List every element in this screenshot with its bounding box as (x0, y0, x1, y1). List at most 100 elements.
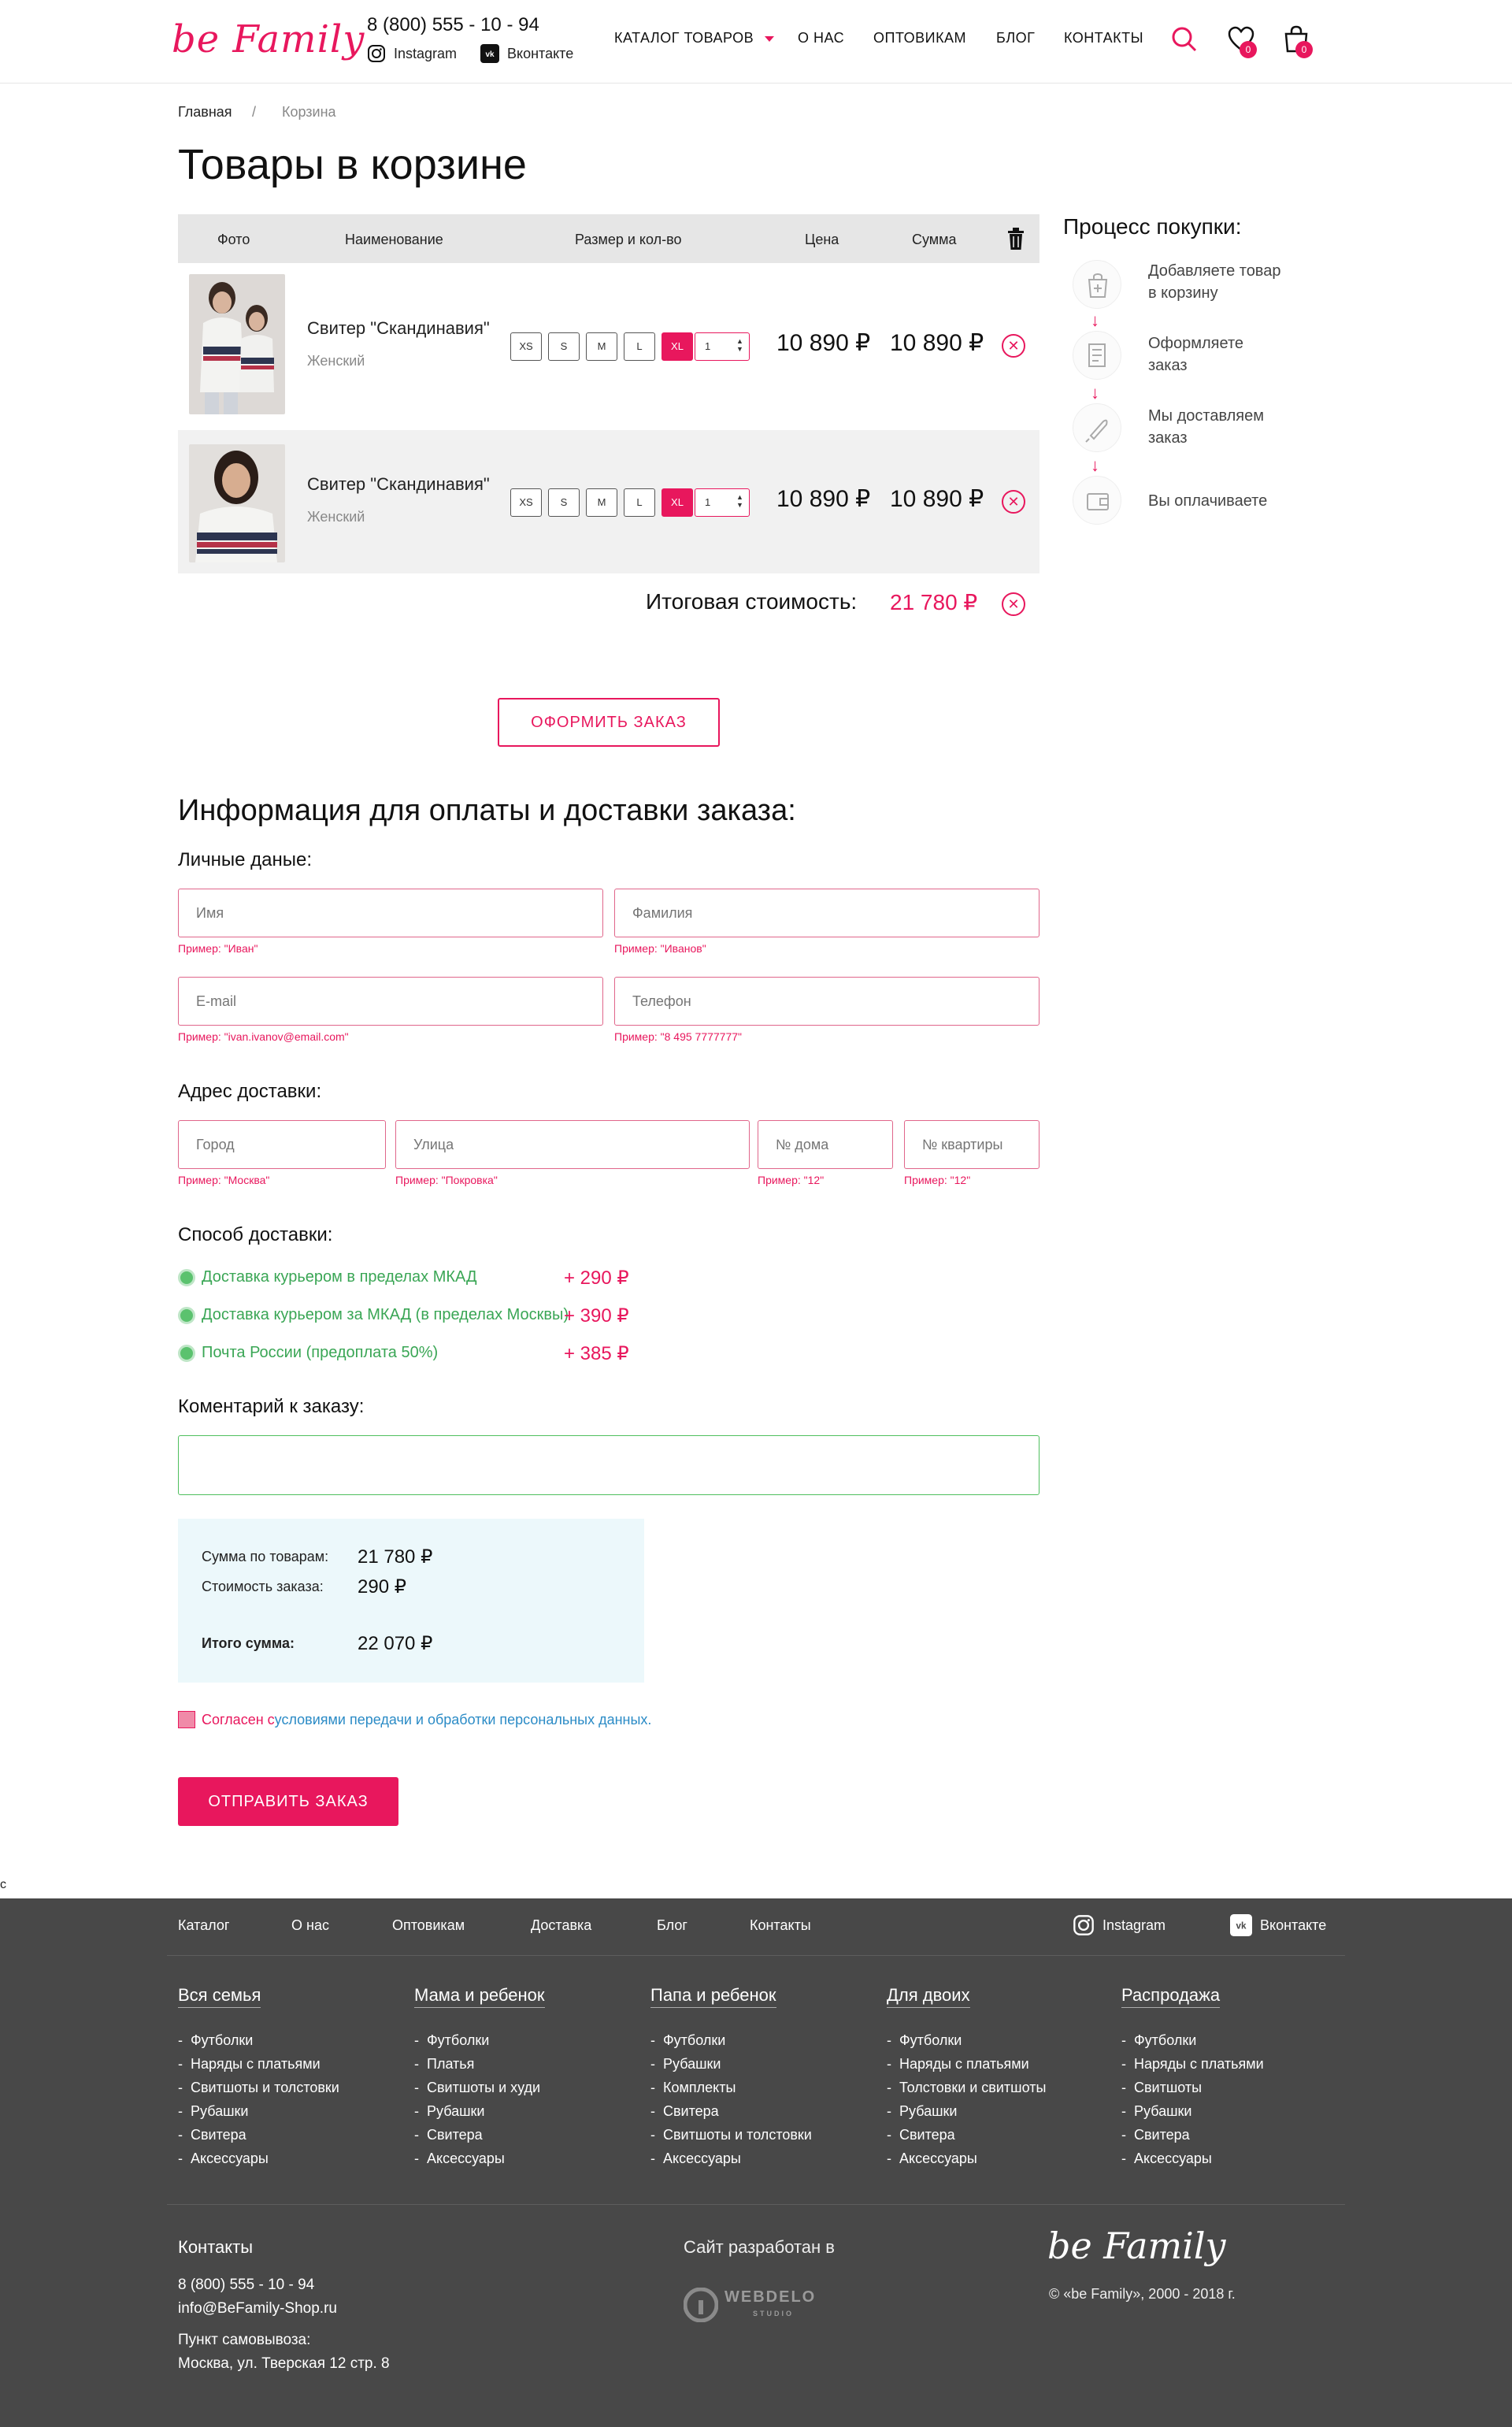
header-phone[interactable]: 8 (800) 555 - 10 - 94 (367, 14, 539, 36)
nav-blog[interactable]: БЛОГ (996, 30, 1035, 46)
footer-nav-contacts[interactable]: Контакты (750, 1917, 811, 1934)
header-vk-link[interactable]: vk Вконтакте (480, 44, 573, 63)
footer-link[interactable]: - Аксессуары (414, 2151, 505, 2167)
footer-link[interactable]: - Свитшоты (1121, 2080, 1202, 2096)
size-l[interactable]: L (624, 488, 655, 517)
delivery-option-post[interactable]: Почта России (предоплата 50%) (178, 1344, 438, 1362)
consent-checkbox[interactable] (178, 1711, 195, 1728)
consent-checkbox-row[interactable]: Согласен с условиями передачи и обработк… (178, 1711, 651, 1728)
footer-link[interactable]: - Свитера (650, 2103, 719, 2120)
breadcrumb-home[interactable]: Главная (178, 104, 232, 121)
stepper-arrows-icon[interactable]: ▲ ▼ (736, 337, 743, 353)
footer-link[interactable]: - Аксессуары (178, 2151, 269, 2167)
search-icon[interactable] (1169, 24, 1200, 55)
comment-textarea[interactable] (178, 1435, 1040, 1495)
delivery-option-outside-mkad[interactable]: Доставка курьером за МКАД (в пределах Мо… (178, 1306, 569, 1324)
footer-col-title[interactable]: Мама и ребенок (414, 1985, 545, 2008)
radio-button[interactable] (178, 1306, 195, 1324)
footer-link[interactable]: - Свитера (178, 2127, 246, 2143)
last-name-input[interactable] (614, 889, 1040, 937)
footer-link[interactable]: - Свитшоты и худи (414, 2080, 540, 2096)
footer-link[interactable]: - Футболки (178, 2032, 253, 2049)
footer-link[interactable]: - Свитера (1121, 2127, 1190, 2143)
product-name[interactable]: Свитер "Скандинавия" (307, 474, 490, 495)
header-instagram-link[interactable]: Instagram (367, 44, 457, 63)
footer-link[interactable]: - Комплекты (650, 2080, 736, 2096)
footer-link[interactable]: - Наряды с платьями (887, 2056, 1029, 2073)
size-xl-selected[interactable]: XL (662, 488, 693, 517)
quantity-stepper[interactable]: 1 ▲ ▼ (695, 488, 750, 517)
footer-phone[interactable]: 8 (800) 555 - 10 - 94 (178, 2277, 314, 2294)
nav-wholesale[interactable]: ОПТОВИКАМ (873, 30, 966, 46)
webdelo-logo[interactable]: WEBDELO STUDIO (684, 2288, 816, 2322)
footer-nav-delivery[interactable]: Доставка (531, 1917, 591, 1934)
radio-button[interactable] (178, 1268, 195, 1286)
size-m[interactable]: M (586, 332, 617, 361)
footer-link[interactable]: - Аксессуары (887, 2151, 977, 2167)
size-l[interactable]: L (624, 332, 655, 361)
size-xl-selected[interactable]: XL (662, 332, 693, 361)
product-name[interactable]: Свитер "Скандинавия" (307, 318, 490, 339)
street-input[interactable] (395, 1120, 750, 1169)
footer-link[interactable]: - Свитера (414, 2127, 483, 2143)
footer-link[interactable]: - Наряды с платьями (178, 2056, 321, 2073)
submit-order-button[interactable]: ОТПРАВИТЬ ЗАКАЗ (178, 1777, 398, 1826)
footer-link[interactable]: - Свитера (887, 2127, 955, 2143)
footer-link[interactable]: - Футболки (650, 2032, 725, 2049)
clear-cart-icon[interactable]: ✕ (1002, 592, 1025, 616)
size-xs[interactable]: XS (510, 488, 542, 517)
footer-col-title[interactable]: Папа и ребенок (650, 1985, 776, 2008)
footer-instagram-link[interactable]: Instagram (1073, 1914, 1166, 1936)
nav-contacts[interactable]: КОНТАКТЫ (1064, 30, 1143, 46)
remove-item-icon[interactable]: ✕ (1002, 334, 1025, 358)
trash-icon[interactable] (1006, 227, 1025, 250)
footer-nav-catalog[interactable]: Каталог (178, 1917, 229, 1934)
consent-terms-link[interactable]: условиями передачи и обработки персональ… (275, 1712, 652, 1728)
first-name-input[interactable] (178, 889, 603, 937)
remove-item-icon[interactable]: ✕ (1002, 490, 1025, 514)
footer-email[interactable]: info@BeFamily-Shop.ru (178, 2300, 337, 2318)
footer-link[interactable]: - Футболки (414, 2032, 489, 2049)
footer-link[interactable]: - Толстовки и свитшоты (887, 2080, 1046, 2096)
radio-button[interactable] (178, 1344, 195, 1362)
size-xs[interactable]: XS (510, 332, 542, 361)
footer-link[interactable]: - Рубашки (178, 2103, 249, 2120)
product-photo[interactable] (189, 274, 285, 414)
footer-link[interactable]: - Наряды с платьями (1121, 2056, 1264, 2073)
logo[interactable]: be Family (172, 17, 365, 61)
size-m[interactable]: M (586, 488, 617, 517)
footer-link[interactable]: - Футболки (1121, 2032, 1196, 2049)
footer-logo[interactable]: be Family (1047, 2225, 1226, 2267)
quantity-stepper[interactable]: 1 ▲ ▼ (695, 332, 750, 361)
footer-link[interactable]: - Свитшоты и толстовки (650, 2127, 812, 2143)
footer-link[interactable]: - Рубашки (1121, 2103, 1192, 2120)
footer-nav-blog[interactable]: Блог (657, 1917, 687, 1934)
checkout-button[interactable]: ОФОРМИТЬ ЗАКАЗ (498, 698, 720, 747)
footer-link[interactable]: - Аксессуары (650, 2151, 741, 2167)
footer-link[interactable]: - Свитшоты и толстовки (178, 2080, 339, 2096)
nav-about[interactable]: О НАС (798, 30, 844, 46)
nav-catalog[interactable]: КАТАЛОГ ТОВАРОВ (614, 30, 775, 46)
footer-col-title[interactable]: Распродажа (1121, 1985, 1221, 2008)
house-number-input[interactable] (758, 1120, 893, 1169)
footer-nav-wholesale[interactable]: Оптовикам (392, 1917, 465, 1934)
footer-link[interactable]: - Футболки (887, 2032, 962, 2049)
footer-link[interactable]: - Рубашки (650, 2056, 721, 2073)
size-s[interactable]: S (548, 488, 580, 517)
footer-col-title[interactable]: Для двоих (887, 1985, 970, 2008)
flat-number-input[interactable] (904, 1120, 1040, 1169)
footer-link[interactable]: - Рубашки (887, 2103, 958, 2120)
footer-vk-link[interactable]: vk Вконтакте (1230, 1914, 1326, 1936)
footer-col-title[interactable]: Вся семья (178, 1985, 261, 2008)
city-input[interactable] (178, 1120, 386, 1169)
stepper-arrows-icon[interactable]: ▲ ▼ (736, 493, 743, 509)
size-s[interactable]: S (548, 332, 580, 361)
phone-input[interactable] (614, 977, 1040, 1026)
footer-link[interactable]: - Аксессуары (1121, 2151, 1212, 2167)
footer-link[interactable]: - Рубашки (414, 2103, 485, 2120)
footer-link[interactable]: - Платья (414, 2056, 474, 2073)
email-input[interactable] (178, 977, 603, 1026)
product-photo[interactable] (189, 444, 285, 562)
delivery-option-mkad[interactable]: Доставка курьером в пределах МКАД (178, 1268, 477, 1286)
footer-nav-about[interactable]: О нас (291, 1917, 329, 1934)
